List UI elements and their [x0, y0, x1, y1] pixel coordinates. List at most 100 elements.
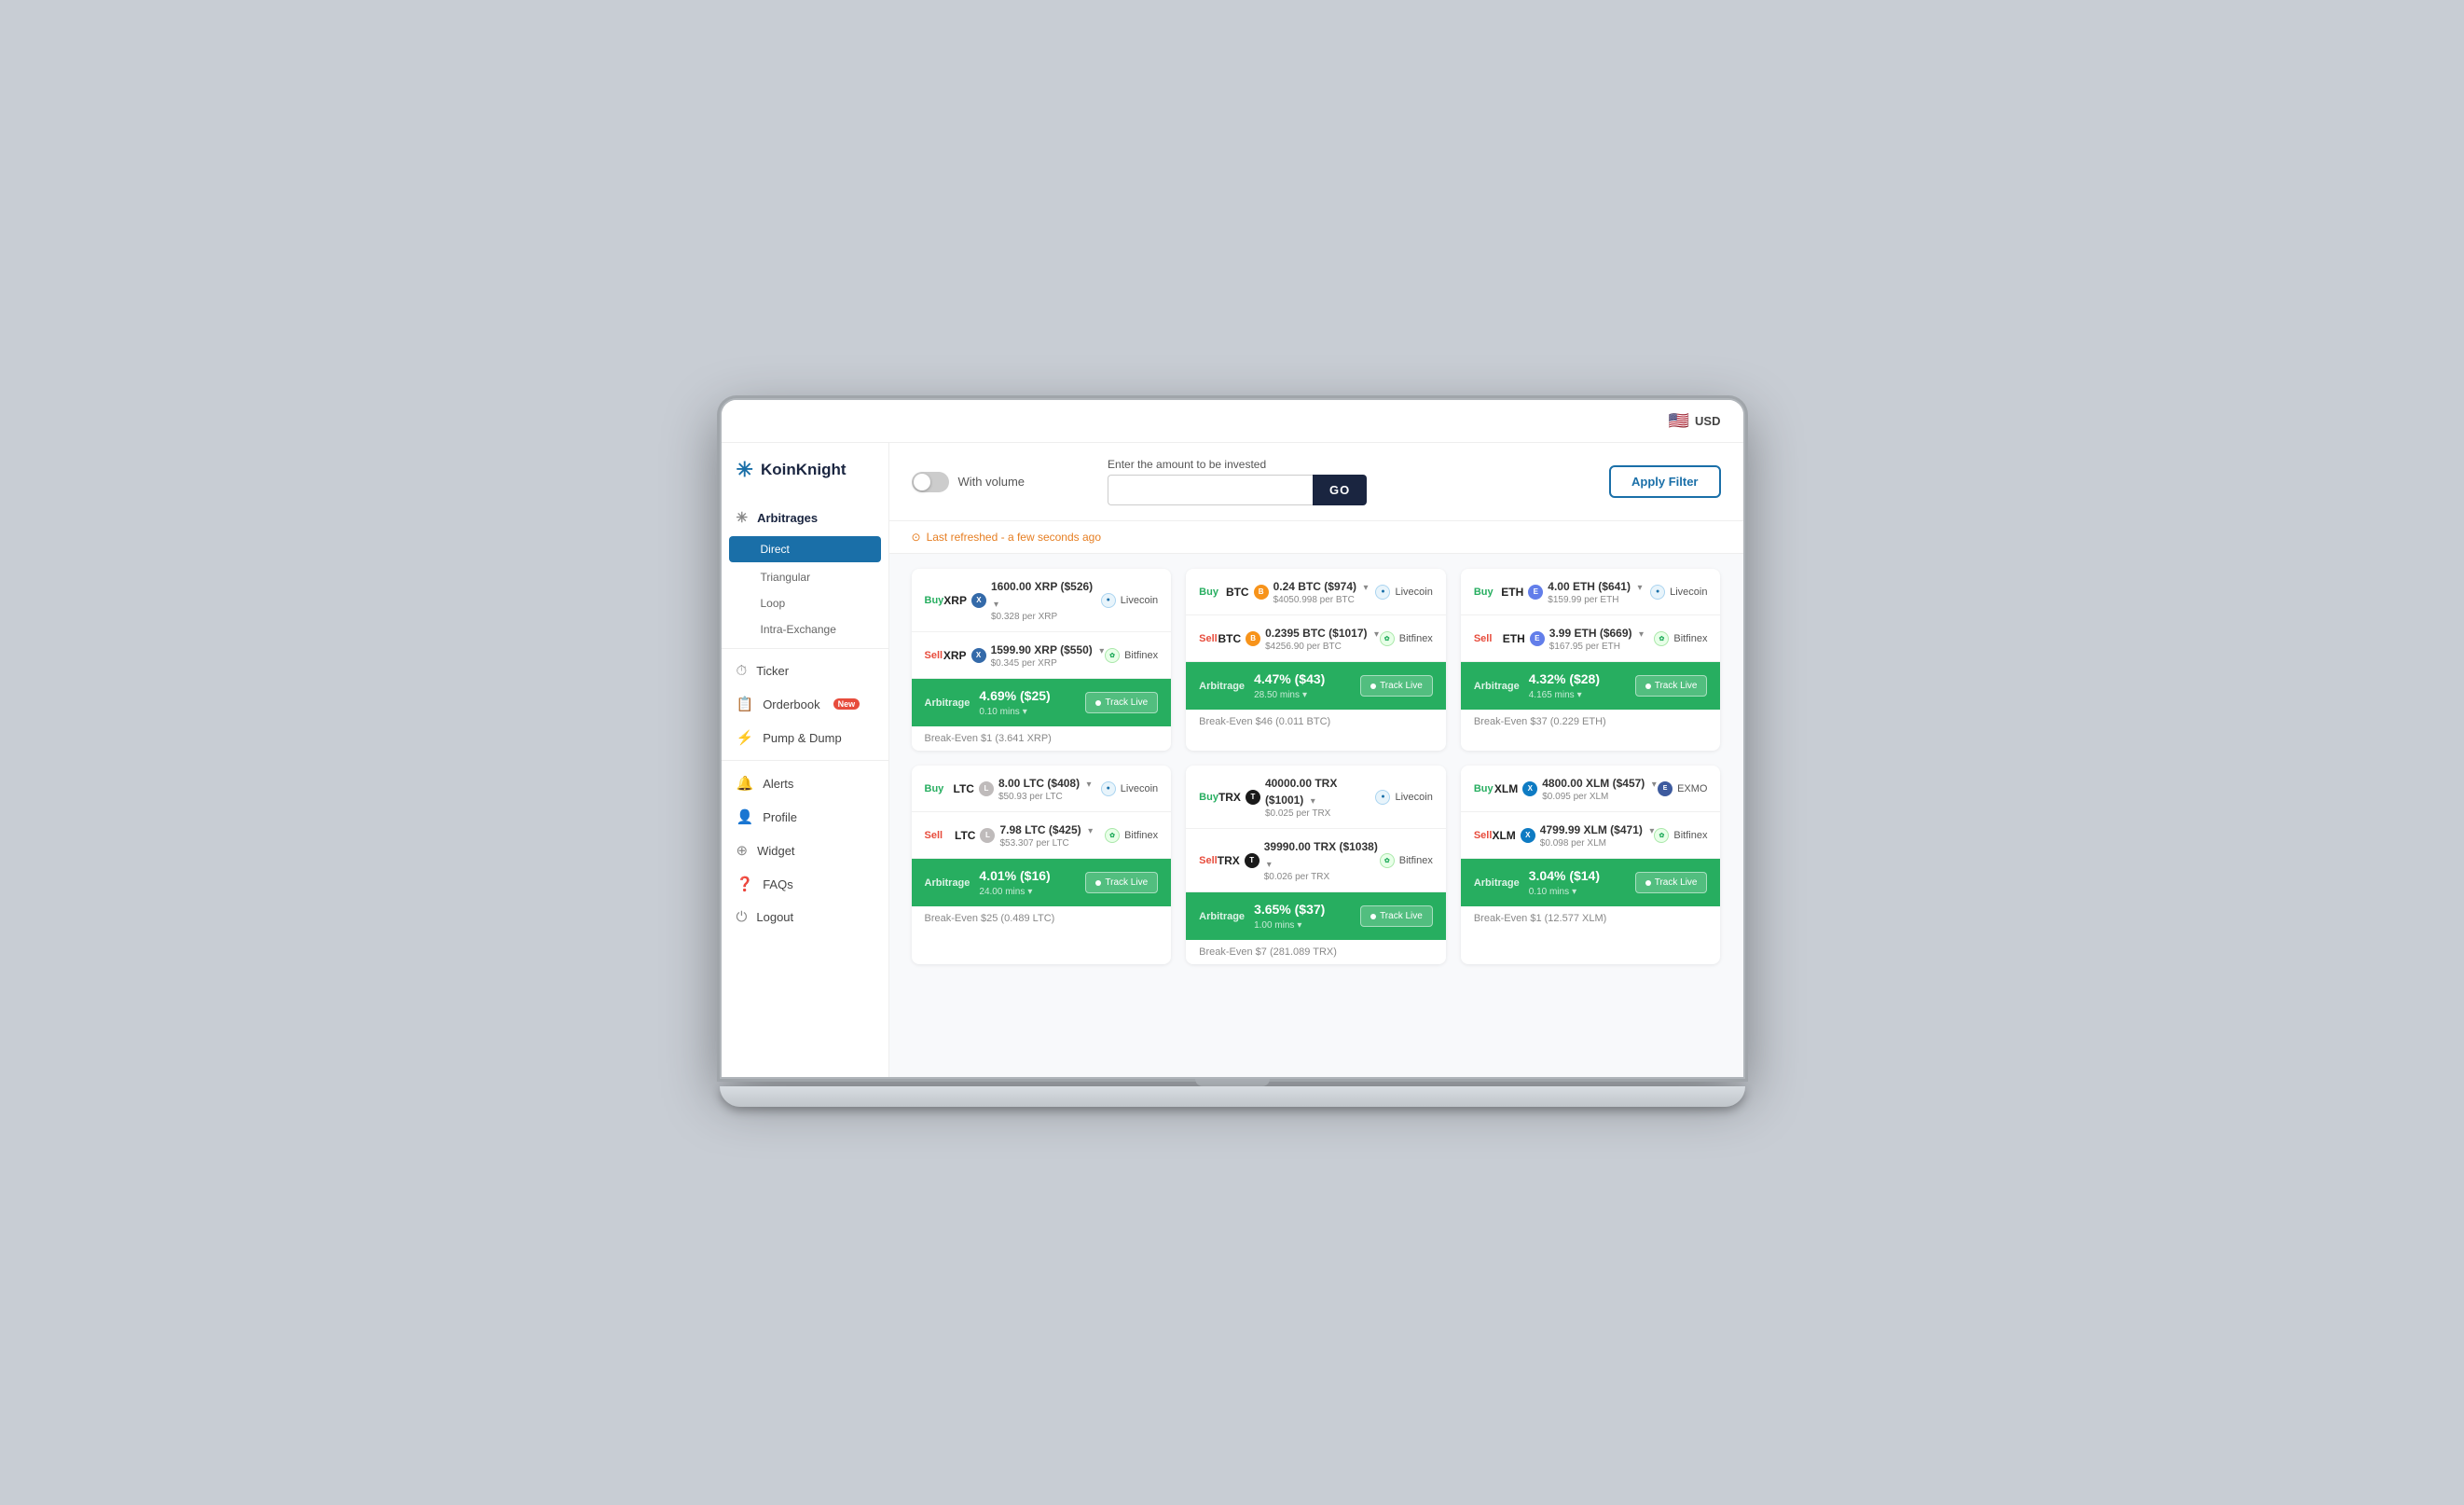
- track-live-button[interactable]: Track Live: [1360, 905, 1433, 927]
- buy-exchange-icon: ●: [1101, 781, 1116, 796]
- sell-coin-icon: X: [971, 648, 986, 663]
- orderbook-new-badge: New: [833, 698, 860, 710]
- sell-dropdown-icon[interactable]: ▾: [1267, 860, 1272, 870]
- logout-icon: ⏻: [736, 909, 748, 925]
- sell-coin-name: TRX: [1218, 854, 1240, 867]
- buy-label: Buy: [925, 783, 944, 794]
- buy-amount-wrap: 4.00 ETH ($641) ▾ $159.99 per ETH: [1548, 578, 1642, 605]
- sell-amount-wrap: 7.98 LTC ($425) ▾ $53.307 per LTC: [999, 822, 1093, 849]
- sell-dropdown-icon[interactable]: ▾: [1374, 629, 1379, 640]
- sell-exchange-icon: ✿: [1654, 828, 1669, 843]
- sell-coin-name: ETH: [1503, 632, 1525, 645]
- sidebar-subitem-intra-exchange[interactable]: Intra-Exchange: [722, 616, 888, 642]
- buy-coin-info: BTC B 0.24 BTC ($974) ▾ $4050.998 per BT…: [1226, 578, 1369, 605]
- sell-coin-name: BTC: [1218, 632, 1241, 645]
- buy-amount-wrap: 8.00 LTC ($408) ▾ $50.93 per LTC: [998, 775, 1092, 802]
- apply-filter-button[interactable]: Apply Filter: [1609, 465, 1721, 498]
- buy-amount-wrap: 1600.00 XRP ($526) ▾ $0.328 per XRP: [991, 578, 1101, 622]
- buy-exchange-name: Livecoin: [1121, 595, 1158, 606]
- sell-dropdown-icon[interactable]: ▾: [1099, 646, 1104, 656]
- sidebar-item-ticker[interactable]: ⏱ Ticker: [722, 655, 888, 687]
- buy-coin-icon: B: [1254, 585, 1269, 600]
- sidebar-item-label: Ticker: [756, 664, 789, 678]
- sell-amount-wrap: 1599.90 XRP ($550) ▾ $0.345 per XRP: [991, 642, 1105, 669]
- track-live-button[interactable]: Track Live: [1635, 675, 1708, 697]
- break-even-text: Break-Even $37 (0.229 ETH): [1474, 716, 1606, 727]
- laptop-base: [720, 1086, 1745, 1107]
- track-live-button[interactable]: Track Live: [1360, 675, 1433, 697]
- invest-input[interactable]: [1108, 475, 1313, 505]
- arb-label: Arbitrage: [925, 877, 970, 889]
- currency-selector[interactable]: 🇺🇸 USD: [1669, 411, 1721, 431]
- buy-dropdown-icon[interactable]: ▾: [1637, 583, 1642, 593]
- refresh-bar: ⊙ Last refreshed - a few seconds ago: [889, 521, 1743, 554]
- track-live-button[interactable]: Track Live: [1085, 692, 1158, 713]
- refresh-text: Last refreshed - a few seconds ago: [927, 531, 1101, 544]
- sidebar-item-orderbook[interactable]: 📋 Orderbook New: [722, 687, 888, 721]
- buy-label: Buy: [1199, 792, 1218, 803]
- volume-toggle[interactable]: [912, 472, 949, 492]
- buy-dropdown-icon[interactable]: ▾: [1363, 583, 1368, 593]
- mins-dropdown-icon[interactable]: ▾: [1577, 690, 1582, 700]
- buy-exchange-name: EXMO: [1677, 783, 1707, 794]
- sidebar-subitem-direct[interactable]: Direct: [729, 536, 881, 562]
- mins-dropdown-icon[interactable]: ▾: [1297, 920, 1301, 931]
- buy-amount: 40000.00 TRX ($1001): [1265, 777, 1337, 807]
- buy-coin-icon: X: [1522, 781, 1537, 796]
- track-live-button[interactable]: Track Live: [1635, 872, 1708, 893]
- sell-exchange: ✿ Bitfinex: [1654, 631, 1707, 646]
- buy-dropdown-icon[interactable]: ▾: [1087, 780, 1092, 790]
- sell-coin-name: XRP: [943, 649, 967, 662]
- buy-dropdown-icon[interactable]: ▾: [1652, 780, 1657, 790]
- card-body: Buy TRX T 40000.00 TRX ($1001) ▾ $0.025 …: [1186, 766, 1446, 964]
- buy-exchange: ● Livecoin: [1101, 593, 1158, 608]
- buy-coin-info: LTC L 8.00 LTC ($408) ▾ $50.93 per LTC: [954, 775, 1092, 802]
- arb-percent: 4.32% ($28): [1529, 671, 1600, 686]
- sidebar-item-arbitrages[interactable]: ✳ Arbitrages: [722, 501, 888, 534]
- arb-card-1: Buy BTC B 0.24 BTC ($974) ▾ $4050.998 pe…: [1186, 569, 1446, 751]
- buy-label: Buy: [1199, 587, 1218, 598]
- buy-dropdown-icon[interactable]: ▾: [1311, 796, 1315, 807]
- sell-coin-icon: L: [980, 828, 995, 843]
- sell-price: $53.307 per LTC: [999, 838, 1093, 849]
- buy-exchange-name: Livecoin: [1121, 783, 1158, 794]
- buy-exchange: ● Livecoin: [1101, 781, 1158, 796]
- sidebar-item-logout[interactable]: ⏻ Logout: [722, 901, 888, 933]
- buy-label: Buy: [925, 595, 944, 606]
- buy-coin-icon: T: [1246, 790, 1260, 805]
- ticker-icon: ⏱: [736, 663, 748, 679]
- app-layout: ✳ KoinKnight ✳ Arbitrages Direct Triangu…: [722, 443, 1743, 1077]
- mins-dropdown-icon[interactable]: ▾: [1023, 707, 1027, 717]
- track-live-button[interactable]: Track Live: [1085, 872, 1158, 893]
- sell-dropdown-icon[interactable]: ▾: [1639, 629, 1644, 640]
- sell-label: Sell: [925, 830, 943, 841]
- sidebar-item-pump-dump[interactable]: ⚡ Pump & Dump: [722, 721, 888, 754]
- arbitrage-bar: Arbitrage 4.69% ($25) 0.10 mins ▾ Track …: [912, 679, 1172, 726]
- laptop-screen: 🇺🇸 USD ✳ KoinKnight ✳ Arbitrages Direct …: [720, 398, 1745, 1079]
- sidebar-item-label: Widget: [757, 844, 794, 858]
- card-body: Buy BTC B 0.24 BTC ($974) ▾ $4050.998 pe…: [1186, 569, 1446, 734]
- sell-coin-info: XLM X 4799.99 XLM ($471) ▾ $0.098 per XL…: [1492, 822, 1654, 849]
- laptop-wrapper: 🇺🇸 USD ✳ KoinKnight ✳ Arbitrages Direct …: [720, 398, 1745, 1107]
- mins-dropdown-icon[interactable]: ▾: [1572, 887, 1576, 897]
- sell-row: Sell BTC B 0.2395 BTC ($1017) ▾ $4256.90…: [1186, 615, 1446, 662]
- sidebar-subitem-triangular[interactable]: Triangular: [722, 564, 888, 590]
- buy-dropdown-icon[interactable]: ▾: [994, 600, 998, 610]
- buy-exchange-icon: ●: [1101, 593, 1116, 608]
- sidebar-item-alerts[interactable]: 🔔 Alerts: [722, 766, 888, 800]
- sidebar-item-profile[interactable]: 👤 Profile: [722, 800, 888, 834]
- sidebar-subitem-loop[interactable]: Loop: [722, 590, 888, 616]
- buy-coin-name: XLM: [1494, 782, 1518, 795]
- track-dot-icon: [1095, 700, 1101, 706]
- alerts-icon: 🔔: [736, 775, 754, 792]
- sidebar-item-faqs[interactable]: ❓ FAQs: [722, 867, 888, 901]
- buy-price: $4050.998 per BTC: [1273, 595, 1369, 605]
- mins-dropdown-icon[interactable]: ▾: [1027, 887, 1032, 897]
- sidebar-item-label: Logout: [756, 910, 793, 924]
- mins-dropdown-icon[interactable]: ▾: [1302, 690, 1307, 700]
- buy-row: Buy LTC L 8.00 LTC ($408) ▾ $50.93 per L…: [912, 766, 1172, 812]
- go-button[interactable]: GO: [1313, 475, 1367, 505]
- sell-coin-icon: X: [1521, 828, 1535, 843]
- sell-dropdown-icon[interactable]: ▾: [1088, 826, 1093, 836]
- sidebar-item-widget[interactable]: ⊕ Widget: [722, 834, 888, 867]
